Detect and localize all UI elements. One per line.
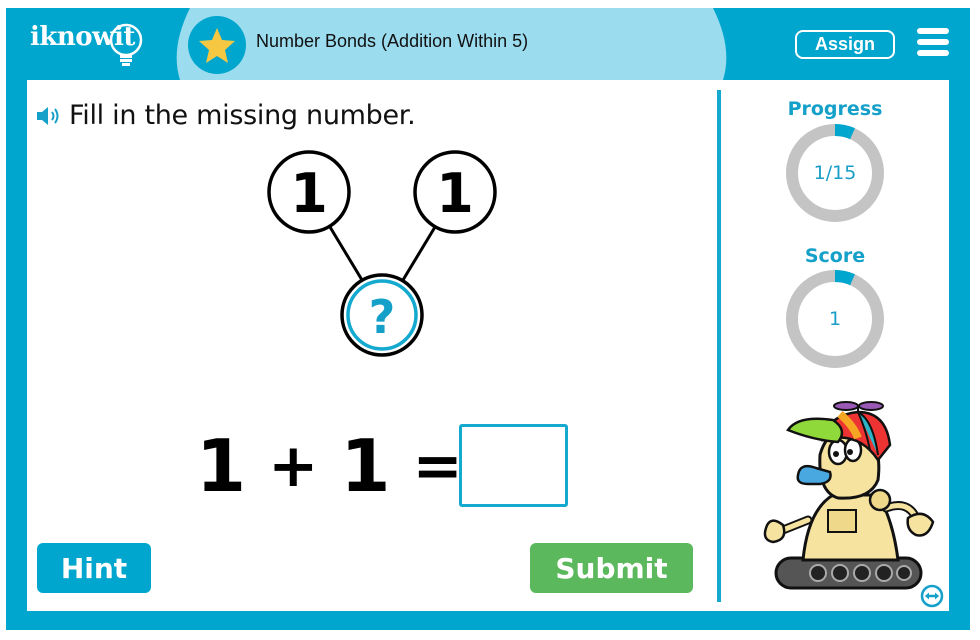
speaker-icon[interactable] (36, 105, 64, 127)
assign-button[interactable]: Assign (795, 30, 895, 59)
score-value: 1 (828, 308, 842, 330)
equation-operator: + (268, 431, 319, 501)
hamburger-menu-icon[interactable] (917, 28, 949, 56)
progress-ring-fill (834, 124, 855, 140)
equation-equals: = (412, 431, 463, 501)
instruction: Fill in the missing number. (36, 100, 416, 131)
equation-right-operand: 1 (340, 424, 391, 508)
score-label: Score (804, 245, 866, 267)
answer-input[interactable] (459, 424, 568, 507)
lesson-title: Number Bonds (Addition Within 5) (256, 31, 529, 51)
equation: 1 + 1 = (196, 418, 463, 514)
bond-part-right: 1 (413, 150, 497, 234)
robot-mascot (763, 401, 935, 590)
bond-part-left: 1 (267, 150, 351, 234)
bond-whole-value: ? (369, 290, 396, 344)
swap-horizontal-icon[interactable] (920, 584, 944, 608)
submit-button[interactable]: Submit (530, 543, 693, 593)
hint-button[interactable]: Hint (37, 543, 151, 593)
bond-part-right-value: 1 (436, 162, 474, 225)
bond-link-right (401, 226, 437, 281)
progress-label: Progress (787, 98, 883, 120)
progress-value: 1/15 (813, 162, 857, 184)
score-ring-fill (834, 270, 855, 286)
star-icon (199, 28, 235, 63)
bond-part-left-value: 1 (290, 162, 328, 225)
instruction-text: Fill in the missing number. (69, 100, 416, 131)
bond-whole: ? (340, 273, 424, 357)
number-bond-diagram: 1 1 ? (267, 150, 497, 357)
panel-divider (717, 90, 721, 602)
lesson-badge (188, 16, 246, 74)
bond-link-left (328, 226, 364, 281)
lightbulb-icon (109, 23, 143, 66)
equation-left-operand: 1 (196, 424, 247, 508)
